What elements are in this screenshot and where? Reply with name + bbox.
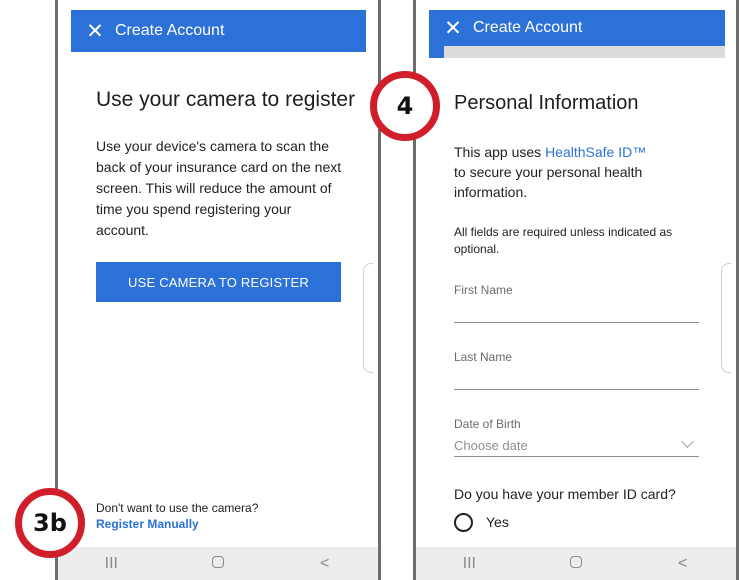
system-nav-bar: III <	[58, 547, 378, 580]
first-name-label: First Name	[454, 283, 513, 297]
phone-screen-personal-info: ✕ Create Account Personal Information Th…	[413, 0, 739, 580]
app-bar-title: Create Account	[473, 19, 583, 36]
last-name-underline	[454, 389, 699, 390]
app-bar: ✕ Create Account	[429, 10, 725, 46]
camera-description: Use your device's camera to scan the bac…	[96, 138, 342, 238]
camera-opt-out-question: Don't want to use the camera?	[96, 501, 259, 515]
last-name-label: Last Name	[454, 350, 513, 364]
dob-select[interactable]: Choose date	[454, 438, 528, 453]
app-bar: ✕ Create Account	[71, 10, 366, 52]
member-card-question: Do you have your member ID card?	[454, 486, 676, 502]
phone-screen-camera-register: ✕ Create Account Use your camera to regi…	[55, 0, 381, 580]
progress-fill	[429, 46, 444, 58]
step-badge-4: 4	[370, 71, 440, 141]
yes-radio[interactable]	[454, 513, 473, 532]
home-icon[interactable]	[188, 555, 248, 573]
side-scroll-handle[interactable]	[363, 263, 373, 373]
chevron-down-icon[interactable]	[681, 435, 694, 448]
progress-bar	[429, 46, 725, 58]
home-icon[interactable]	[546, 555, 606, 573]
required-fields-note: All fields are required unless indicated…	[454, 225, 673, 256]
healthsafe-id-link[interactable]: HealthSafe ID™	[545, 144, 646, 160]
system-nav-bar: III <	[416, 547, 736, 580]
dob-label: Date of Birth	[454, 417, 521, 431]
yes-radio-label[interactable]: Yes	[486, 514, 509, 530]
recents-icon[interactable]: III	[81, 555, 141, 573]
step-badge-3b: 3b	[15, 488, 85, 558]
first-name-field[interactable]	[454, 300, 699, 322]
intro-text: This app uses HealthSafe ID™ to secure y…	[454, 142, 674, 202]
back-icon[interactable]: <	[653, 555, 713, 573]
intro-suffix: to secure your personal health informati…	[454, 164, 643, 200]
intro-prefix: This app uses	[454, 144, 546, 160]
page-title: Personal Information	[454, 92, 639, 114]
side-scroll-handle[interactable]	[721, 263, 731, 373]
dob-underline	[454, 456, 699, 457]
close-icon[interactable]: ✕	[429, 18, 473, 39]
back-icon[interactable]: <	[295, 555, 355, 573]
close-icon[interactable]: ✕	[71, 21, 115, 42]
page-title: Use your camera to register	[96, 88, 356, 111]
use-camera-button[interactable]: USE CAMERA TO REGISTER	[96, 262, 341, 302]
last-name-field[interactable]	[454, 367, 699, 389]
recents-icon[interactable]: III	[439, 555, 499, 573]
app-bar-title: Create Account	[115, 22, 225, 39]
register-manually-link[interactable]: Register Manually	[96, 516, 199, 533]
first-name-underline	[454, 322, 699, 323]
